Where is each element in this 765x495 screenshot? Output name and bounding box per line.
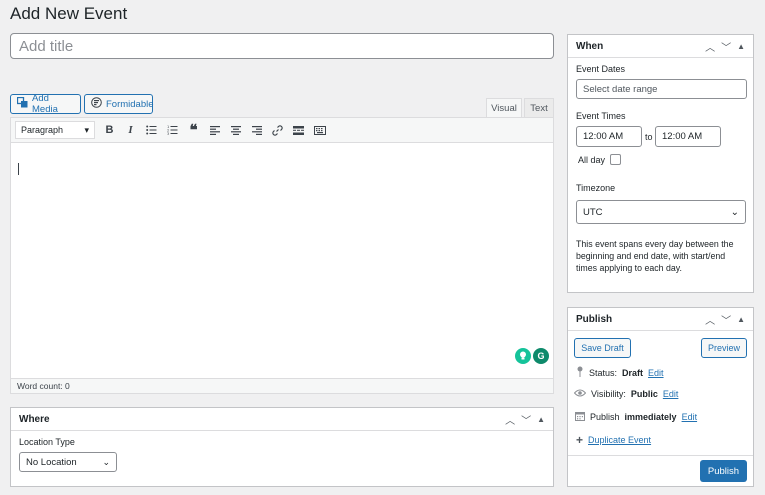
timezone-label: Timezone [576,183,616,193]
caret-up-icon[interactable]: ▲ [537,415,545,424]
chevron-down-icon: ⌄ [102,456,110,467]
duplicate-event-link[interactable]: Duplicate Event [588,435,651,445]
end-time-input[interactable]: 12:00 AM [655,126,721,147]
chevron-up-icon[interactable]: ︿ [705,39,715,54]
tab-visual[interactable]: Visual [486,98,522,117]
eye-icon [573,389,587,399]
publish-divider [568,455,753,456]
all-day-label: All day [578,155,606,165]
page-title: Add New Event [10,4,128,23]
add-media-label: Add Media [32,93,58,115]
formidable-icon [91,97,102,111]
when-box: When ︿ ﹀ ▲ Event Dates Select date range… [567,34,754,293]
lightbulb-icon[interactable] [515,348,531,364]
grammarly-icon[interactable]: G [533,348,549,364]
publish-schedule-label: Publish [590,412,620,422]
media-icon [16,96,28,111]
publish-box-header: Publish ︿ ﹀ ▲ [568,308,753,331]
read-more-icon[interactable] [288,120,309,141]
event-dates-label: Event Dates [576,64,626,74]
italic-icon[interactable]: I [120,120,141,141]
chevron-up-icon[interactable]: ︿ [705,312,715,327]
to-label: to [645,132,653,142]
timezone-value: UTC [583,206,603,218]
chevron-down-icon[interactable]: ﹀ [521,412,531,427]
add-media-button[interactable]: Add Media [10,93,81,115]
status-label: Status: [589,367,618,378]
format-select-value: Paragraph [21,125,64,135]
bulleted-list-icon[interactable] [141,120,162,141]
grammarly-widget[interactable]: G [515,348,549,364]
visibility-value: Public [630,389,658,399]
word-count: Word count: 0 [17,381,70,391]
svg-text:3: 3 [167,132,169,135]
chevron-down-icon: ▾ [84,124,89,135]
location-type-select[interactable]: No Location ⌄ [19,452,117,472]
chevron-up-icon[interactable]: ︿ [505,412,515,427]
pin-icon [576,366,584,379]
where-box-title: Where [19,413,50,425]
editor-status-bar: Word count: 0 [11,378,553,393]
align-right-icon[interactable] [246,120,267,141]
where-box-header: Where ︿ ﹀ ▲ [11,408,553,431]
formidable-label: Formidable [106,98,154,110]
numbered-list-icon[interactable]: 123 [162,120,183,141]
duplicate-row: + Duplicate Event [576,433,651,447]
publish-schedule-row: Publish immediately Edit [575,411,697,423]
event-times-label: Event Times [576,111,626,121]
bold-icon[interactable]: B [99,120,120,141]
when-box-title: When [576,40,604,52]
all-day-checkbox[interactable] [610,154,621,165]
publish-box: Publish ︿ ﹀ ▲ Save Draft Preview Status:… [567,307,754,487]
where-box: Where ︿ ﹀ ▲ Location Type No Location ⌄ [10,407,554,487]
location-type-label: Location Type [19,437,75,447]
editor[interactable]: Paragraph ▾ B I 123 ❝ G Word count: 0 [10,117,554,394]
calendar-icon [575,411,585,423]
status-row: Status: Draft Edit [576,366,664,379]
date-range-input[interactable]: Select date range [576,79,747,99]
save-draft-button[interactable]: Save Draft [574,338,631,358]
preview-button[interactable]: Preview [701,338,747,358]
chevron-down-icon[interactable]: ﹀ [721,312,731,327]
blockquote-icon[interactable]: ❝ [183,120,204,141]
visibility-label: Visibility: [591,389,626,399]
format-select[interactable]: Paragraph ▾ [15,121,95,139]
publish-button[interactable]: Publish [700,460,747,482]
visibility-row: Visibility: Public Edit [573,389,679,399]
caret-up-icon[interactable]: ▲ [737,42,745,51]
status-value: Draft [622,367,644,378]
visibility-edit-link[interactable]: Edit [663,389,679,399]
status-edit-link[interactable]: Edit [648,368,664,378]
title-input[interactable] [10,33,554,59]
align-left-icon[interactable] [204,120,225,141]
publish-schedule-value: immediately [624,412,677,422]
plus-icon: + [576,433,584,447]
publish-box-title: Publish [576,313,613,325]
tab-text[interactable]: Text [524,98,554,117]
timezone-select[interactable]: UTC ⌄ [576,200,746,224]
publish-schedule-edit-link[interactable]: Edit [682,412,698,422]
start-time-input[interactable]: 12:00 AM [576,126,642,147]
link-icon[interactable] [267,120,288,141]
event-span-description: This event spans every day between the b… [576,239,734,273]
toolbar-toggle-icon[interactable] [309,120,330,141]
caret-up-icon[interactable]: ▲ [737,315,745,324]
text-caret [18,163,19,175]
chevron-down-icon[interactable]: ﹀ [721,39,731,54]
location-type-value: No Location [26,456,77,468]
formidable-button[interactable]: Formidable [84,94,154,114]
editor-toolbar: Paragraph ▾ B I 123 ❝ [11,118,553,143]
align-center-icon[interactable] [225,120,246,141]
when-box-header: When ︿ ﹀ ▲ [568,35,753,58]
chevron-down-icon: ⌄ [730,206,739,218]
